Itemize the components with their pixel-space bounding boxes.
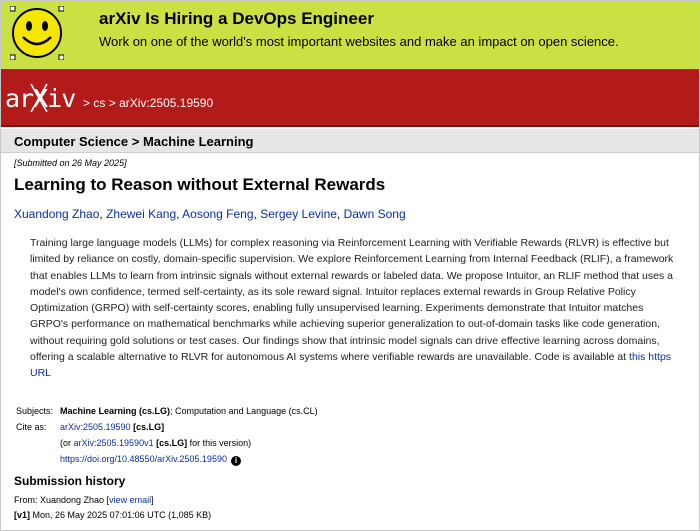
primary-subject: Machine Learning (cs.LG) [60,406,171,416]
version-suffix: for this version) [189,438,252,448]
banner-title[interactable]: arXiv Is Hiring a DevOps Engineer [99,9,374,29]
subject-bar: Computer Science > Machine Learning [1,129,699,153]
abstract: Training large language models (LLMs) fo… [30,235,684,382]
paper-title: Learning to Reason without External Rewa… [14,175,386,194]
author-link[interactable]: Zhewei Kang [106,207,176,221]
from-prefix: From: Xuandong Zhao [ [14,495,110,505]
version-label[interactable]: [v1] [14,510,30,520]
cite-label: Cite as: [16,422,47,432]
author-link[interactable]: Sergey Levine [260,207,337,221]
author-list: Xuandong Zhao, Zhewei Kang, Aosong Feng,… [14,207,406,221]
subjects-label: Subjects: [16,406,54,416]
submission-history: From: Xuandong Zhao [view email] [v1] Mo… [14,493,211,523]
doi-link[interactable]: https://doi.org/10.48550/arXiv.2505.1959… [60,454,227,464]
metadata-table: Subjects: Machine Learning (cs.LG); Comp… [16,403,318,467]
breadcrumb: > cs > arXiv:2505.19590 [83,96,213,110]
breadcrumb-separator: > [108,96,116,110]
version-entry: [v1] Mon, 26 May 2025 07:01:06 UTC (1,08… [14,508,211,523]
breadcrumb-paper-id: arXiv:2505.19590 [119,96,214,110]
other-subjects: ; Computation and Language (cs.CL) [170,406,318,416]
version-prefix: (or [60,438,71,448]
abstract-text: Training large language models (LLMs) fo… [30,237,674,364]
smiley-icon [10,6,64,60]
author-link[interactable]: Xuandong Zhao [14,207,99,221]
subjects-row: Subjects: Machine Learning (cs.LG); Comp… [16,403,318,419]
subject-heading: Computer Science > Machine Learning [14,134,254,149]
version-category: [cs.LG] [156,438,188,448]
site-header: arXiv > cs > arXiv:2505.19590 [1,69,699,127]
submission-date: [Submitted on 26 May 2025] [14,158,127,168]
banner-subtitle: Work on one of the world's most importan… [99,34,619,49]
breadcrumb-separator: > [83,96,91,110]
version-link[interactable]: arXiv:2505.19590v1 [74,438,154,448]
page-frame: arXiv Is Hiring a DevOps Engineer Work o… [0,0,700,531]
arxiv-logo[interactable]: arXiv [5,83,81,113]
author-link[interactable]: Dawn Song [344,207,406,221]
cite-row: Cite as: arXiv:2505.19590 [cs.LG] [16,419,318,435]
from-line: From: Xuandong Zhao [view email] [14,493,211,508]
doi-row: https://doi.org/10.48550/arXiv.2505.1959… [16,451,318,467]
from-suffix: ] [151,495,154,505]
hiring-banner[interactable]: arXiv Is Hiring a DevOps Engineer Work o… [1,1,699,69]
breadcrumb-cs[interactable]: cs [93,96,105,110]
author-link[interactable]: Aosong Feng [182,207,253,221]
version-row: (or arXiv:2505.19590v1 [cs.LG] for this … [16,435,318,451]
view-email-link[interactable]: view email [109,495,151,505]
subjects-value: Machine Learning (cs.LG); Computation an… [60,403,318,419]
submission-history-heading: Submission history [14,474,126,488]
info-icon[interactable]: i [230,456,241,466]
cite-category: [cs.LG] [133,422,165,432]
cite-link[interactable]: arXiv:2505.19590 [60,422,131,432]
version-timestamp: Mon, 26 May 2025 07:01:06 UTC (1,085 KB) [32,510,212,520]
